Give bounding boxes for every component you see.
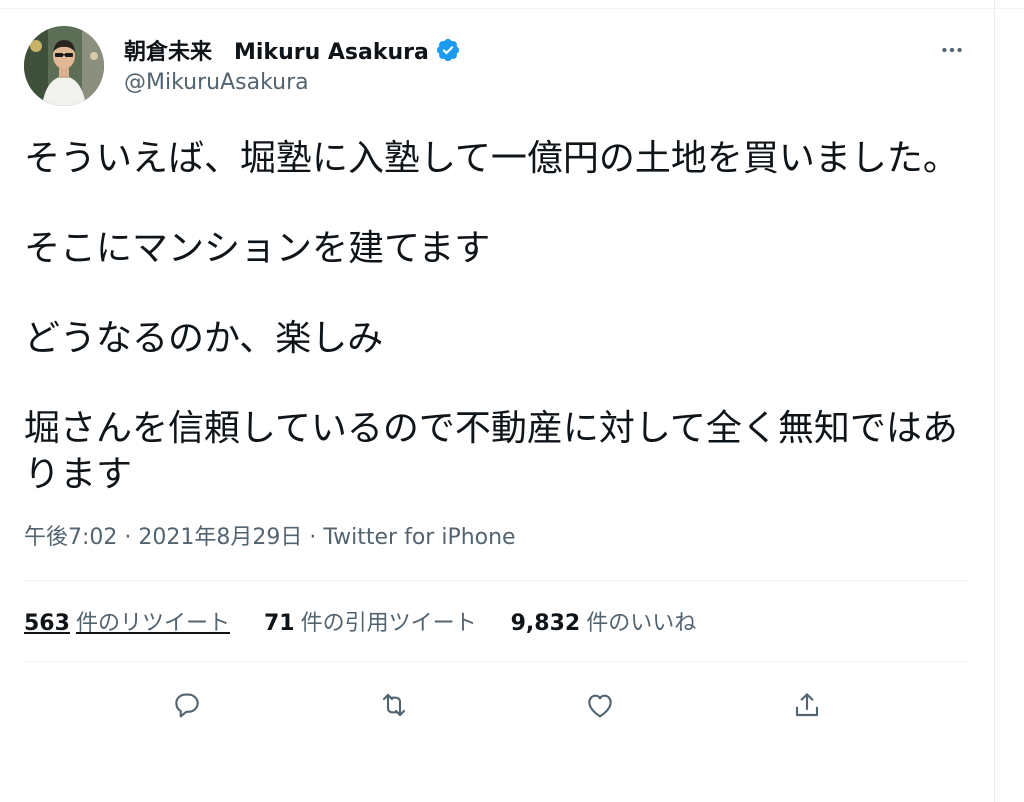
tweet-header: 朝倉未来 Mikuru Asakura @MikuruAsakura xyxy=(24,26,970,108)
name-row: 朝倉未来 Mikuru Asakura xyxy=(124,34,461,66)
retweets-label: 件のリツイート xyxy=(75,611,230,636)
tweet-actions xyxy=(24,662,970,748)
tweet-source[interactable]: Twitter for iPhone xyxy=(323,525,515,550)
avatar-photo xyxy=(24,26,104,106)
retweet-icon[interactable] xyxy=(374,685,414,725)
top-border xyxy=(0,0,1024,9)
heart-icon[interactable] xyxy=(580,685,620,725)
meta-separator: · xyxy=(302,525,324,550)
quotes-stat[interactable]: 71 件の引用ツイート xyxy=(264,605,477,637)
retweets-stat[interactable]: 563 件のリツイート xyxy=(24,605,230,637)
tweet-text: そういえば、堀塾に入塾して一億円の土地を買いました。 そこにマンションを建てます… xyxy=(24,136,970,498)
meta-separator: · xyxy=(117,525,139,550)
tweet-date[interactable]: 2021年8月29日 xyxy=(138,525,302,550)
display-name[interactable]: 朝倉未来 Mikuru Asakura xyxy=(124,34,429,66)
more-horizontal-icon[interactable] xyxy=(934,32,970,68)
handle[interactable]: @MikuruAsakura xyxy=(124,70,461,95)
tweet-paragraph: 堀さんを信頼しているので不動産に対して全く無知ではあります xyxy=(24,408,958,495)
likes-count: 9,832 xyxy=(510,611,581,636)
avatar[interactable] xyxy=(24,26,104,106)
tweet-paragraph: どうなるのか、楽しみ xyxy=(24,318,384,359)
right-border xyxy=(994,0,995,802)
tweet-paragraph: そういえば、堀塾に入塾して一億円の土地を買いました。 xyxy=(24,138,959,179)
share-icon[interactable] xyxy=(787,685,827,725)
likes-stat[interactable]: 9,832 件のいいね xyxy=(511,605,697,637)
verified-badge-icon xyxy=(435,37,461,63)
tweet-card: 朝倉未来 Mikuru Asakura @MikuruAsakura そういえば… xyxy=(24,26,970,748)
tweet-paragraph: そこにマンションを建てます xyxy=(24,228,491,269)
tweet-page: 朝倉未来 Mikuru Asakura @MikuruAsakura そういえば… xyxy=(0,0,1024,802)
quotes-count: 71 xyxy=(263,611,295,636)
quotes-label: 件の引用ツイート xyxy=(300,611,477,636)
likes-label: 件のいいね xyxy=(586,611,697,636)
tweet-meta: 午後7:02 · 2021年8月29日 · Twitter for iPhone xyxy=(24,522,970,554)
tweet-time[interactable]: 午後7:02 xyxy=(24,525,117,550)
author-names: 朝倉未来 Mikuru Asakura @MikuruAsakura xyxy=(124,34,461,95)
retweets-count: 563 xyxy=(24,611,70,636)
tweet-stats: 563 件のリツイート 71 件の引用ツイート 9,832 件のいいね xyxy=(24,581,970,661)
reply-icon[interactable] xyxy=(167,685,207,725)
